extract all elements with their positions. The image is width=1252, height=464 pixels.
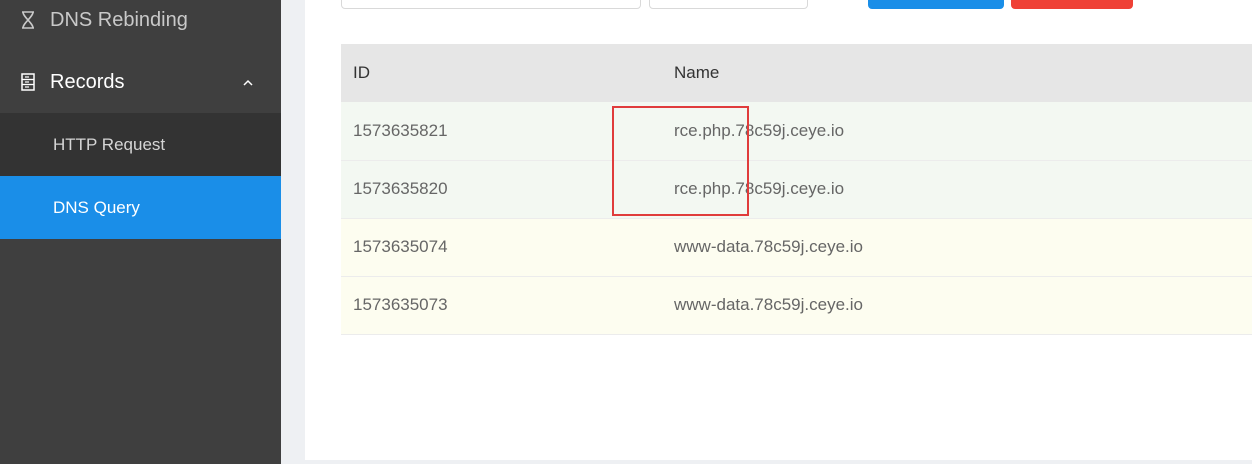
sidebar-item-dns-query[interactable]: DNS Query [0,176,281,239]
hourglass-icon [18,10,38,30]
content-panel: ID Name 1573635821 rce.php.78c59j.ceye.i… [305,0,1252,460]
cell-id: 1573635820 [341,160,662,219]
filter-select[interactable] [649,0,808,9]
column-header-id: ID [341,44,662,102]
cell-id: 1573635074 [341,218,662,277]
sidebar-item-label: HTTP Request [53,134,166,154]
cell-name: rce.php.78c59j.ceye.io [662,160,1252,219]
cell-id: 1573635821 [341,102,662,161]
sidebar-item-dns-rebinding[interactable]: DNS Rebinding [0,0,281,40]
sidebar-item-records[interactable]: Records [0,51,281,113]
table-row[interactable]: 1573635074 www-data.78c59j.ceye.io [341,218,1252,277]
column-header-name: Name [662,44,1252,102]
table-row[interactable]: 1573635820 rce.php.78c59j.ceye.io [341,160,1252,219]
records-table: ID Name 1573635821 rce.php.78c59j.ceye.i… [341,44,1252,335]
cell-name: www-data.78c59j.ceye.io [662,276,1252,335]
sidebar: DNS Rebinding Records HTTP Request DNS Q… [0,0,281,464]
cell-name: www-data.78c59j.ceye.io [662,218,1252,277]
chevron-up-icon[interactable] [241,73,255,87]
server-icon [18,72,38,92]
filter-input[interactable] [341,0,641,9]
sidebar-item-label: DNS Rebinding [50,8,188,31]
search-button[interactable] [868,0,1004,9]
sidebar-item-http-request[interactable]: HTTP Request [0,113,281,176]
sidebar-item-label: Records [50,70,125,93]
sidebar-item-label: DNS Query [53,197,140,217]
cell-name: rce.php.78c59j.ceye.io [662,102,1252,161]
table-row[interactable]: 1573635821 rce.php.78c59j.ceye.io [341,102,1252,161]
table-header-row: ID Name [341,44,1252,102]
cell-id: 1573635073 [341,276,662,335]
table-row[interactable]: 1573635073 www-data.78c59j.ceye.io [341,276,1252,335]
delete-button[interactable] [1011,0,1133,9]
